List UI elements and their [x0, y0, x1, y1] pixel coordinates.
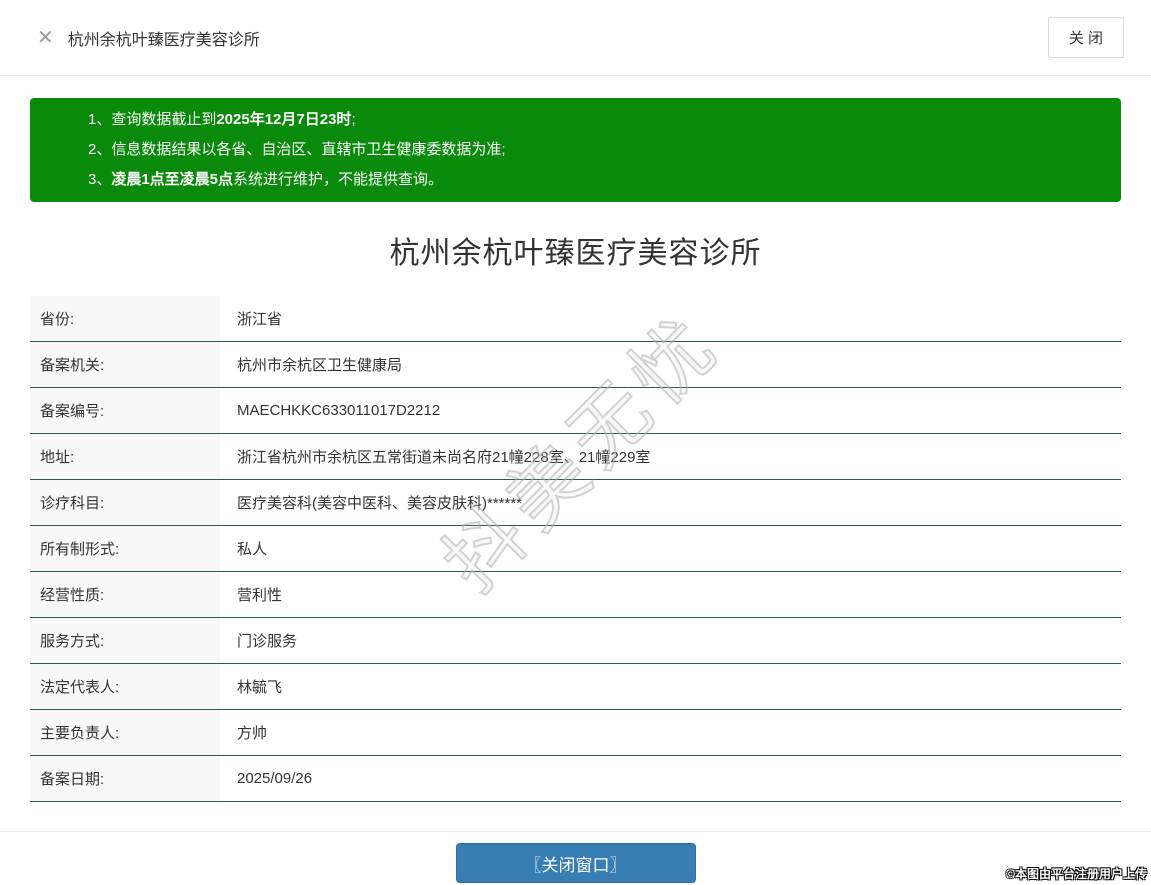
detail-table: 省份: 浙江省 备案机关: 杭州市余杭区卫生健康局 备案编号: MAECHKKC… [30, 296, 1121, 802]
footer: 〖关闭窗口〗 [0, 832, 1151, 883]
row-value: MAECHKKC633011017D2212 [237, 402, 441, 419]
row-value: 营利性 [237, 587, 283, 604]
table-row-service-mode: 服务方式: 门诊服务 [30, 618, 1121, 664]
close-window-button[interactable]: 〖关闭窗口〗 [455, 843, 696, 883]
notice-line-3-bold: 凌晨1点至凌晨5点 [111, 171, 234, 188]
row-label: 所有制形式: [30, 526, 220, 571]
attribution-text: ©本图由平台注册用户上传 [1006, 867, 1147, 881]
table-row-registration-authority: 备案机关: 杭州市余杭区卫生健康局 [30, 342, 1121, 388]
row-value: 方帅 [237, 725, 268, 742]
table-row-registration-number: 备案编号: MAECHKKC633011017D2212 [30, 388, 1121, 434]
notice-line-3-text: 3、 [88, 171, 112, 188]
row-label: 服务方式: [30, 618, 220, 663]
row-label: 地址: [30, 434, 220, 479]
close-button[interactable]: 关 闭 [1047, 17, 1124, 58]
row-label: 备案日期: [30, 756, 220, 801]
notice-line-2: 2、信息数据结果以各省、自治区、直辖市卫生健康委数据为准; [88, 135, 1101, 165]
notice-box: 1、查询数据截止到2025年12月7日23时; 2、信息数据结果以各省、自治区、… [30, 98, 1121, 202]
row-value: 浙江省 [237, 311, 283, 328]
row-value: 私人 [237, 541, 268, 558]
row-value: 门诊服务 [237, 633, 298, 650]
table-row-legal-representative: 法定代表人: 林毓飞 [30, 664, 1121, 710]
row-value: 杭州市余杭区卫生健康局 [237, 357, 403, 374]
window-title: 杭州余杭叶臻医疗美容诊所 [67, 31, 260, 49]
row-label: 备案机关: [30, 342, 220, 387]
row-value: 2025/09/26 [237, 770, 313, 787]
notice-line-1: 1、查询数据截止到2025年12月7日23时; [88, 105, 1101, 135]
clinic-name-title: 杭州余杭叶臻医疗美容诊所 [389, 237, 762, 270]
table-row-business-nature: 经营性质: 营利性 [30, 572, 1121, 618]
table-row-main-person-in-charge: 主要负责人: 方帅 [30, 710, 1121, 756]
notice-line-3: 3、凌晨1点至凌晨5点系统进行维护，不能提供查询。 [88, 165, 1101, 195]
notice-line-1-post: ; [351, 111, 356, 128]
table-row-ownership-form: 所有制形式: 私人 [30, 526, 1121, 572]
row-label: 经营性质: [30, 572, 220, 617]
notice-line-1-bold: 2025年12月7日23时 [216, 111, 352, 128]
row-label: 省份: [30, 296, 220, 341]
row-value: 林毓飞 [237, 679, 283, 696]
notice-line-2-text: 2、信息数据结果以各省、自治区、直辖市卫生健康委数据为准; [88, 141, 506, 158]
notice-line-3-post: 系统进行维护，不能提供查询。 [233, 171, 444, 188]
table-row-treatment-subjects: 诊疗科目: 医疗美容科(美容中医科、美容皮肤科)****** [30, 480, 1121, 526]
row-label: 备案编号: [30, 388, 220, 433]
notice-line-1-text: 1、查询数据截止到 [88, 111, 217, 128]
row-label: 法定代表人: [30, 664, 220, 709]
close-x-icon[interactable]: ✕ [37, 28, 54, 48]
row-label: 主要负责人: [30, 710, 220, 755]
table-row-registration-date: 备案日期: 2025/09/26 [30, 756, 1121, 802]
row-label: 诊疗科目: [30, 480, 220, 525]
table-row-province: 省份: 浙江省 [30, 296, 1121, 342]
row-value: 浙江省杭州市余杭区五常街道未尚名府21幢228室、21幢229室 [237, 449, 651, 466]
row-value: 医疗美容科(美容中医科、美容皮肤科)****** [237, 495, 523, 512]
window-header: ✕ 杭州余杭叶臻医疗美容诊所 关 闭 [0, 0, 1151, 76]
table-row-address: 地址: 浙江省杭州市余杭区五常街道未尚名府21幢228室、21幢229室 [30, 434, 1121, 480]
